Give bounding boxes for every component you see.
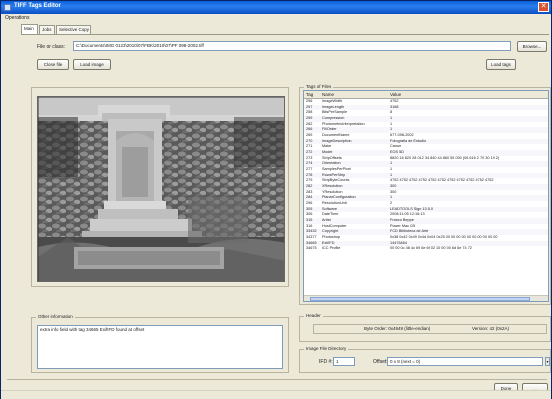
load-tags-button[interactable]: Load tags (486, 59, 516, 70)
window-title: TIFF Tags Editor (14, 3, 61, 9)
byte-order-text: Byte Order: 0x4949 (little-endian) (364, 326, 431, 331)
footer-divider (7, 379, 547, 380)
tab-divider (21, 34, 549, 35)
other-info-title: Other information (36, 314, 75, 319)
column-header-name[interactable]: Name (322, 92, 334, 97)
column-header-tag[interactable]: Tag (306, 92, 313, 97)
tags-table-header: Tag Name Value (304, 91, 548, 99)
tags-table[interactable]: Tag Name Value 256 ImageWidth 4752 257 Image… (303, 90, 549, 302)
ifd-offset-field[interactable]: 0 x 8 (next = 0) (387, 357, 543, 366)
file-label: File or class: (37, 44, 66, 50)
horizontal-scrollbar[interactable] (304, 295, 548, 301)
app-window: TIFF Tags Editor ✕ Operations Main Jobs … (0, 0, 552, 399)
ifd-dropdown-arrow-icon[interactable]: ▾ (545, 357, 550, 366)
app-icon (4, 4, 11, 11)
menu-bar: Operations (1, 14, 551, 23)
other-info-textarea[interactable]: extra info field with tag 34665 ExifIFD … (37, 325, 283, 369)
column-header-value[interactable]: Value (390, 92, 401, 97)
status-bar (1, 390, 551, 399)
tags-group-title: Tags of Files (304, 84, 334, 89)
scrollbar-thumb[interactable] (310, 297, 530, 301)
ifd-number-label: IFD #: (319, 359, 333, 365)
tab-jobs[interactable]: Jobs (39, 25, 55, 34)
ifd-offset-label: Offset: (373, 359, 388, 365)
close-button[interactable]: ✕ (538, 2, 549, 12)
load-image-button[interactable]: Load image (73, 59, 111, 70)
close-file-button[interactable]: Close file (37, 59, 69, 70)
image-preview (37, 96, 285, 282)
browse-button[interactable]: Browse... (517, 41, 547, 52)
menu-operations[interactable]: Operations (5, 15, 29, 21)
name-cell: ICC Profile (322, 246, 341, 251)
tags-table-rows: 256 ImageWidth 4752 257 ImageLength 3168 258 Bi… (304, 99, 548, 252)
table-row[interactable]: 34675 ICC Profile 00 00 0c 48 4c 69 6e 6f … (304, 246, 548, 252)
title-bar[interactable]: TIFF Tags Editor ✕ (1, 1, 551, 14)
tab-main[interactable]: Main (21, 24, 38, 34)
ifd-number-field[interactable]: 1 (333, 357, 355, 366)
header-group-title: Header (304, 313, 323, 318)
value-cell: 00 00 0c 48 4c 69 6e 6f 02 10 00 00 6d 6… (390, 246, 472, 251)
file-path-input[interactable]: C:\Documents\IMG 0123\2010\07\FBK\2010\0… (73, 41, 511, 51)
ifd-group-title: Image File Directory (304, 346, 349, 351)
monument-photo (38, 97, 284, 281)
version-text: Version: 42 (0x2A) (472, 326, 510, 331)
tag-cell: 34675 (306, 246, 317, 251)
header-info-box: Byte Order: 0x4949 (little-endian) Versi… (313, 324, 547, 334)
tab-selective-copy[interactable]: Selective Copy (56, 25, 91, 34)
